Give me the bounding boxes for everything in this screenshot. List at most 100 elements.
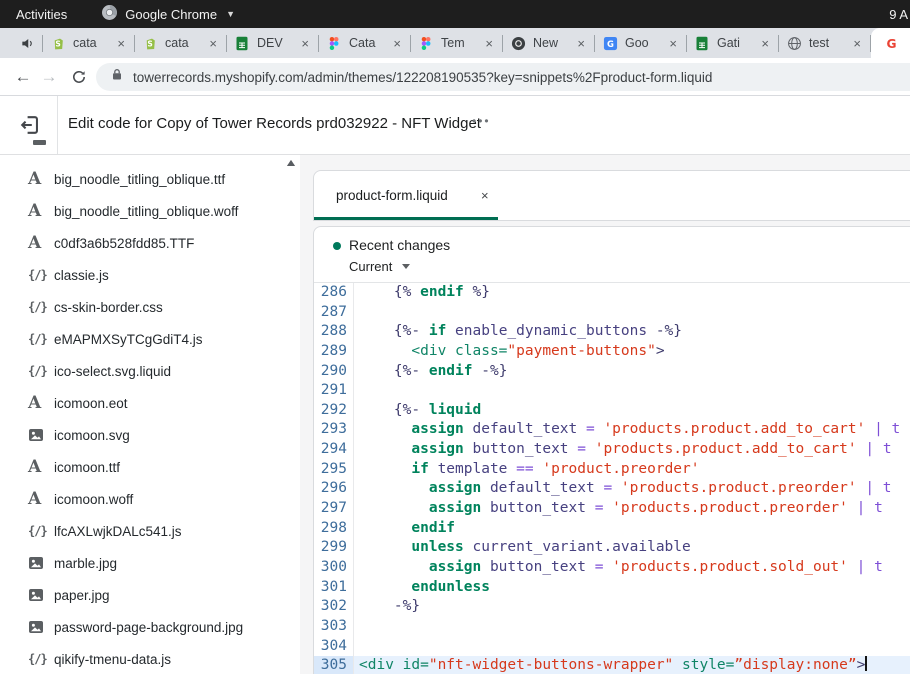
app-menu[interactable]: Google Chrome ▼ xyxy=(101,4,235,24)
text-cursor xyxy=(865,656,867,671)
code-text: endif xyxy=(353,519,910,539)
file-item[interactable]: Aicomoon.woff xyxy=(0,483,300,515)
browser-tab[interactable]: Scata× xyxy=(43,28,134,58)
file-item[interactable]: Aicomoon.ttf xyxy=(0,451,300,483)
code-line[interactable]: 296 assign default_text = 'products.prod… xyxy=(314,479,910,499)
file-item[interactable]: {/}lfcAXLwjkDALc541.js xyxy=(0,515,300,547)
tab-close-icon[interactable]: × xyxy=(851,36,863,51)
forward-button[interactable]: → xyxy=(36,67,62,87)
code-line[interactable]: 298 endif xyxy=(314,519,910,539)
file-item[interactable]: {/}cs-skin-border.css xyxy=(0,291,300,323)
code-line[interactable]: 293 assign default_text = 'products.prod… xyxy=(314,420,910,440)
exit-code-editor-button[interactable] xyxy=(18,113,44,139)
code-line[interactable]: 299 unless current_variant.available xyxy=(314,538,910,558)
file-item[interactable]: Abig_noodle_titling_oblique.ttf xyxy=(0,163,300,195)
screen: { "system_bar": { "activities": "Activit… xyxy=(0,0,910,674)
clock-label[interactable]: 9 A xyxy=(889,7,908,22)
code-line[interactable]: 304 xyxy=(314,637,910,657)
file-item[interactable]: marble.jpg xyxy=(0,547,300,579)
font-file-icon: A xyxy=(28,393,54,413)
tab-close-icon[interactable]: × xyxy=(759,36,771,51)
reload-button[interactable] xyxy=(66,69,92,85)
browser-tab[interactable]: G xyxy=(871,28,910,58)
browser-tab[interactable]: Cata× xyxy=(319,28,410,58)
line-number: 289 xyxy=(314,342,353,362)
browser-tab[interactable]: DEV× xyxy=(227,28,318,58)
gnome-top-bar: Activities Google Chrome ▼ 9 A xyxy=(0,0,910,28)
code-line[interactable]: 294 assign button_text = 'products.produ… xyxy=(314,440,910,460)
editor-tab-product-form[interactable]: product-form.liquid xyxy=(336,188,448,203)
font-file-icon: A xyxy=(28,489,54,509)
tab-close-icon[interactable]: × xyxy=(299,36,311,51)
code-line[interactable]: 290 {%- endif -%} xyxy=(314,362,910,382)
sidebar-scroll-up-icon[interactable] xyxy=(287,160,295,166)
browser-tab[interactable]: GGoo× xyxy=(595,28,686,58)
svg-text:G: G xyxy=(607,38,614,48)
code-file-icon: {/} xyxy=(28,524,54,538)
browser-tab[interactable]: Tem× xyxy=(411,28,502,58)
back-button[interactable]: ← xyxy=(10,67,36,87)
url-text: towerrecords.myshopify.com/admin/themes/… xyxy=(133,70,712,85)
code-line[interactable]: 291 xyxy=(314,381,910,401)
activities-button[interactable]: Activities xyxy=(10,5,73,24)
code-line[interactable]: 292 {%- liquid xyxy=(314,401,910,421)
tab-close-icon[interactable]: × xyxy=(575,36,587,51)
file-item[interactable]: password-page-background.jpg xyxy=(0,611,300,643)
code-line[interactable]: 297 assign button_text = 'products.produ… xyxy=(314,499,910,519)
code-line[interactable]: 286 {% endif %} xyxy=(314,283,910,303)
browser-tab[interactable]: New× xyxy=(503,28,594,58)
code-line[interactable]: 287 xyxy=(314,303,910,323)
recent-changes-header: Recent changes Current xyxy=(314,227,910,283)
line-number: 292 xyxy=(314,401,353,421)
code-editor[interactable]: 286 {% endif %}287288 {%- if enable_dyna… xyxy=(314,283,910,674)
browser-tab[interactable]: Scata× xyxy=(135,28,226,58)
tab-close-icon[interactable]: × xyxy=(207,36,219,51)
line-number: 301 xyxy=(314,578,353,598)
lock-icon[interactable] xyxy=(111,68,123,86)
code-text: {%- if enable_dynamic_buttons -%} xyxy=(353,322,910,342)
file-item[interactable]: paper.jpg xyxy=(0,579,300,611)
file-item[interactable]: {/}eMAPMXSyTCgGdiT4.js xyxy=(0,323,300,355)
file-item[interactable]: icomoon.svg xyxy=(0,419,300,451)
file-item[interactable]: {/}classie.js xyxy=(0,259,300,291)
code-line[interactable]: 303 xyxy=(314,617,910,637)
version-dropdown[interactable]: Current xyxy=(349,259,410,274)
code-line[interactable]: 295 if template == 'product.preorder' xyxy=(314,460,910,480)
code-text xyxy=(353,381,910,401)
file-list: Abig_noodle_titling_oblique.ttfAbig_nood… xyxy=(0,155,300,674)
file-item[interactable]: {/}qikify-tmenu-data.js xyxy=(0,643,300,674)
file-item[interactable]: {/}ico-select.svg.liquid xyxy=(0,355,300,387)
more-actions-button[interactable]: ••• xyxy=(468,110,495,132)
address-bar[interactable]: towerrecords.myshopify.com/admin/themes/… xyxy=(96,63,910,91)
code-line[interactable]: 289 <div class="payment-buttons"> xyxy=(314,342,910,362)
globe-favicon-icon xyxy=(786,35,802,51)
browser-tab[interactable]: test× xyxy=(779,28,870,58)
file-item[interactable]: Abig_noodle_titling_oblique.woff xyxy=(0,195,300,227)
code-line[interactable]: 305<div id="nft-widget-buttons-wrapper" … xyxy=(314,656,910,674)
tab-close-icon[interactable]: × xyxy=(483,36,495,51)
tab-close-icon[interactable]: × xyxy=(667,36,679,51)
code-text: <div id="nft-widget-buttons-wrapper" sty… xyxy=(353,656,910,674)
file-name: qikify-tmenu-data.js xyxy=(54,652,171,667)
code-line[interactable]: 288 {%- if enable_dynamic_buttons -%} xyxy=(314,322,910,342)
code-line[interactable]: 300 assign button_text = 'products.produ… xyxy=(314,558,910,578)
editor-tab-close-icon[interactable]: × xyxy=(477,186,493,205)
tab-close-icon[interactable]: × xyxy=(115,36,127,51)
browser-tab[interactable]: Gati× xyxy=(687,28,778,58)
partial-file-icon xyxy=(33,140,46,145)
file-item[interactable]: Ac0df3a6b528fdd85.TTF xyxy=(0,227,300,259)
line-number: 295 xyxy=(314,460,353,480)
file-item[interactable]: Aicomoon.eot xyxy=(0,387,300,419)
chevron-down-icon xyxy=(402,264,410,269)
file-name: cs-skin-border.css xyxy=(54,300,163,315)
font-file-icon: A xyxy=(28,233,54,253)
code-line[interactable]: 302 -%} xyxy=(314,597,910,617)
tab-title: Gati xyxy=(717,36,756,50)
font-file-icon: A xyxy=(28,201,54,221)
code-line[interactable]: 301 endunless xyxy=(314,578,910,598)
tab-close-icon[interactable]: × xyxy=(391,36,403,51)
speaker-icon[interactable] xyxy=(20,35,35,51)
code-text: if template == 'product.preorder' xyxy=(353,460,910,480)
line-number: 294 xyxy=(314,440,353,460)
code-text: assign default_text = 'products.product.… xyxy=(353,420,910,440)
